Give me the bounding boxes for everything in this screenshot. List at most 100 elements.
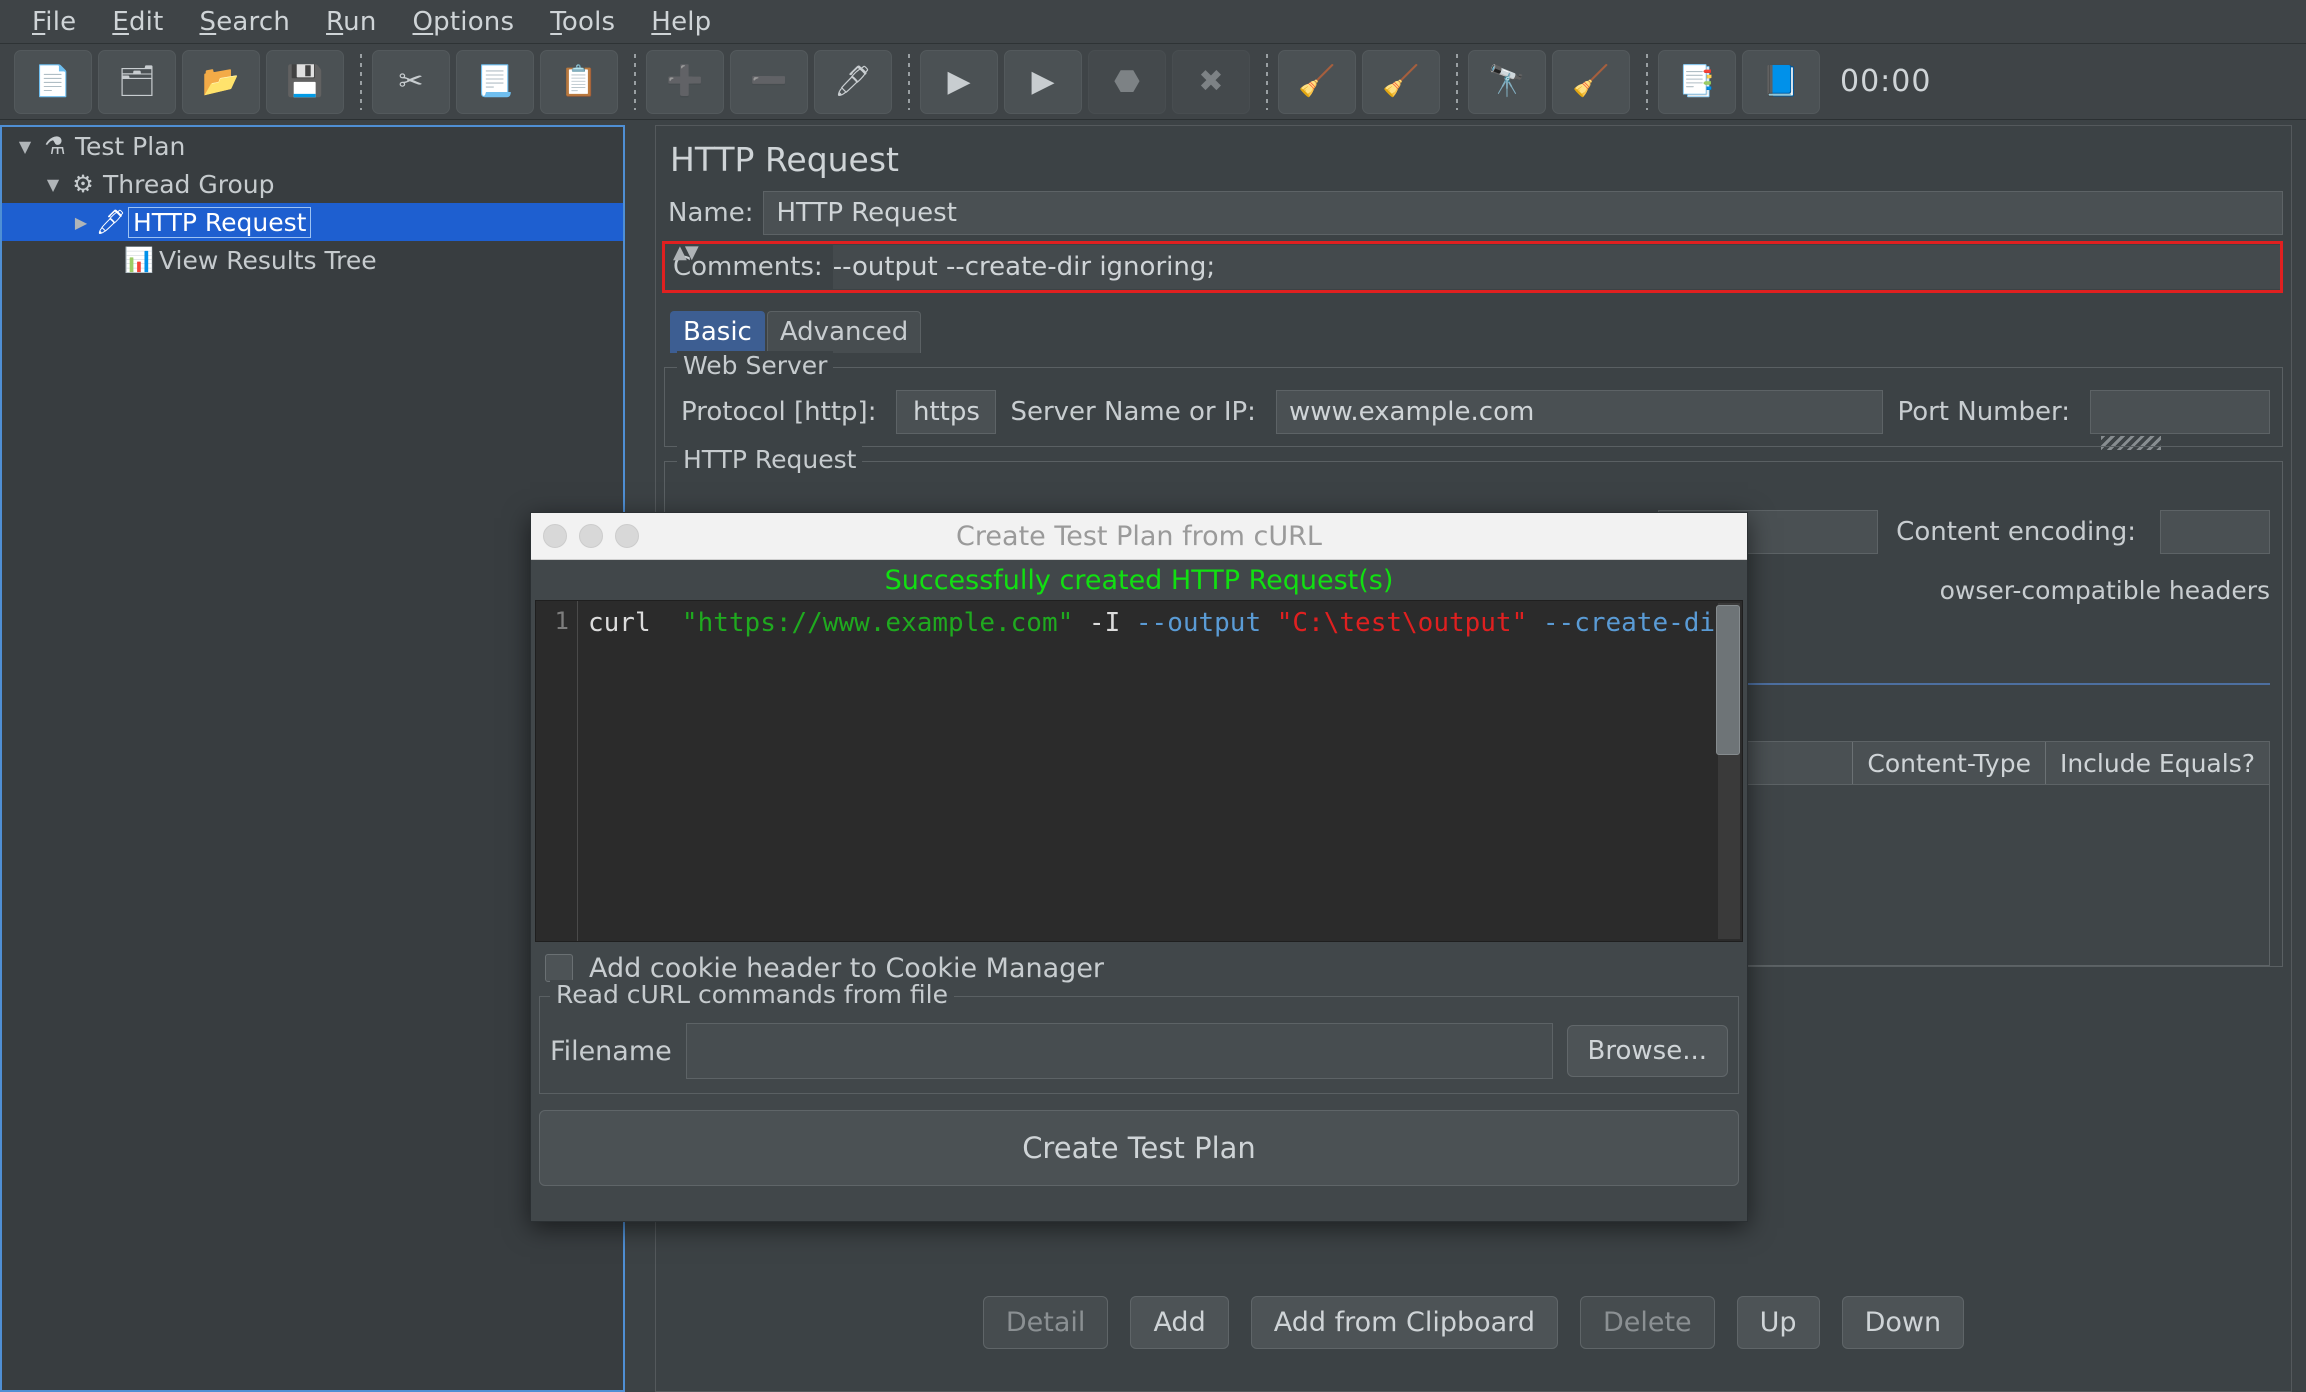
collapse-all-icon: ➖ xyxy=(750,63,788,99)
open-button[interactable]: 📂 xyxy=(182,49,260,114)
toolbar-separator xyxy=(908,53,910,110)
clear-icon: 🧹 xyxy=(1298,63,1336,99)
jmeter-window: File Edit Search Run Options Tools Help 📄 🗂 📂 💾 ✂ 📃… xyxy=(0,0,2306,1392)
cookie-header-checkbox[interactable] xyxy=(545,954,573,982)
page-title: HTTP Request xyxy=(670,140,899,179)
server-name-input[interactable]: www.example.com xyxy=(1275,390,1884,434)
down-button[interactable]: Down xyxy=(1841,1296,1965,1349)
tree-node-thread-group[interactable]: ▼ ⚙ Thread Group xyxy=(2,165,623,203)
read-curl-from-file-label: Read cURL commands from file xyxy=(550,980,955,1009)
comments-input[interactable]: --output --create-dir ignoring; xyxy=(832,245,2280,289)
search-button[interactable]: 🔭 xyxy=(1468,49,1546,114)
reset-search-button[interactable]: 🧹 xyxy=(1552,49,1630,114)
content-encoding-input[interactable] xyxy=(2160,510,2270,554)
name-row: Name: HTTP Request xyxy=(664,189,2283,237)
editor-tabs: Basic Advanced xyxy=(670,311,2291,353)
browse-button[interactable]: Browse... xyxy=(1566,1025,1728,1077)
start-icon: ▶ xyxy=(947,63,971,99)
menu-item-run[interactable]: Run xyxy=(308,5,394,39)
menu-item-edit[interactable]: Edit xyxy=(94,5,181,39)
new-button[interactable]: 📄 xyxy=(14,49,92,114)
add-button[interactable]: Add xyxy=(1130,1296,1229,1349)
elapsed-timer: 00:00 xyxy=(1840,64,1932,99)
tree-node-view-results-tree[interactable]: 📊 View Results Tree xyxy=(2,241,623,279)
code-token: "https://www.example.com" xyxy=(681,608,1074,638)
expand-all-button[interactable]: ➕ xyxy=(646,49,724,114)
paste-button[interactable]: 📋 xyxy=(540,49,618,114)
read-curl-from-file-group: Read cURL commands from file Filename Br… xyxy=(539,980,1739,1094)
templates-button[interactable]: 🗂 xyxy=(98,49,176,114)
spinner-arrows-icon[interactable]: ▲▼ xyxy=(673,242,699,263)
open-icon: 📂 xyxy=(202,63,240,99)
start-no-pause-button[interactable]: ▶ xyxy=(1004,49,1082,114)
curl-command-editor[interactable]: 1 curl "https://www.example.com" -I --ou… xyxy=(535,600,1743,942)
tree-toggle-icon[interactable]: ▼ xyxy=(40,175,66,194)
start-button[interactable]: ▶ xyxy=(920,49,998,114)
reset-search-icon: 🧹 xyxy=(1572,63,1610,99)
editor-scrollbar-thumb[interactable] xyxy=(1716,605,1740,755)
web-server-group: Web Server Protocol [http]: https Server… xyxy=(664,351,2283,447)
port-number-label: Port Number: xyxy=(1897,397,2070,427)
shutdown-button: ✖ xyxy=(1172,49,1250,114)
save-button[interactable]: 💾 xyxy=(266,49,344,114)
protocol-label: Protocol [http]: xyxy=(681,397,877,427)
log-viewer-button[interactable]: 📑 xyxy=(1658,49,1736,114)
name-input[interactable]: HTTP Request xyxy=(763,191,2283,235)
tree-node-test-plan[interactable]: ▼ ⚗ Test Plan xyxy=(2,127,623,165)
tree-node-http-request[interactable]: ▶ 🖊 HTTP Request xyxy=(2,203,623,241)
clear-button[interactable]: 🧹 xyxy=(1278,49,1356,114)
menu-item-file[interactable]: File xyxy=(14,5,94,39)
toggle-button[interactable]: 🖊 xyxy=(814,49,892,114)
name-label: Name: xyxy=(668,198,754,228)
expand-all-icon: ➕ xyxy=(666,63,704,99)
filename-label: Filename xyxy=(550,1035,672,1067)
web-server-group-label: Web Server xyxy=(677,351,834,380)
clear-all-icon: 🧹 xyxy=(1382,63,1420,99)
toolbar-separator xyxy=(1266,53,1268,110)
clear-all-button[interactable]: 🧹 xyxy=(1362,49,1440,114)
delete-button: Delete xyxy=(1579,1296,1715,1349)
code-token: curl xyxy=(588,608,682,638)
menu-item-options[interactable]: Options xyxy=(395,5,533,39)
editor-line-numbers: 1 xyxy=(536,601,578,941)
templates-icon: 🗂 xyxy=(117,63,157,99)
menu-bar: File Edit Search Run Options Tools Help xyxy=(0,0,2306,44)
detail-button: Detail xyxy=(982,1296,1109,1349)
menu-item-search[interactable]: Search xyxy=(181,5,308,39)
help-button[interactable]: 📘 xyxy=(1742,49,1820,114)
parameters-button-bar: Detail Add Add from Clipboard Delete Up Down xyxy=(656,1296,2291,1349)
help-icon: 📘 xyxy=(1762,63,1800,99)
cookie-header-label: Add cookie header to Cookie Manager xyxy=(589,952,1105,984)
log-viewer-icon: 📑 xyxy=(1678,63,1716,99)
toolbar: 📄 🗂 📂 💾 ✂ 📃 📋 ➕ ➖ 🖊 ▶ ▶ ⬣ ✖ 🧹 🧹 🔭 🧹 📑 📘 00:00 xyxy=(0,44,2306,120)
menu-item-help[interactable]: Help xyxy=(633,5,729,39)
curl-command-text[interactable]: curl "https://www.example.com" -I --outp… xyxy=(578,601,1742,941)
filename-input[interactable] xyxy=(685,1023,1553,1079)
table-header-content-type[interactable]: Content-Type xyxy=(1852,742,2045,784)
tree-node-icon: ⚙ xyxy=(72,170,94,198)
content-encoding-label: Content encoding: xyxy=(1896,517,2136,547)
cut-button[interactable]: ✂ xyxy=(372,49,450,114)
protocol-input[interactable]: https xyxy=(896,390,997,434)
cut-icon: ✂ xyxy=(398,63,424,99)
toolbar-separator xyxy=(634,53,636,110)
copy-button[interactable]: 📃 xyxy=(456,49,534,114)
table-header-include-equals-[interactable]: Include Equals? xyxy=(2044,742,2269,784)
stop-button: ⬣ xyxy=(1088,49,1166,114)
port-number-input[interactable] xyxy=(2090,390,2270,434)
create-test-plan-button[interactable]: Create Test Plan xyxy=(539,1110,1739,1186)
tab-basic[interactable]: Basic xyxy=(670,311,765,353)
up-button[interactable]: Up xyxy=(1736,1296,1820,1349)
menu-item-tools[interactable]: Tools xyxy=(532,5,633,39)
dialog-title: Create Test Plan from cURL xyxy=(956,520,1322,552)
tree-toggle-icon[interactable]: ▼ xyxy=(12,137,38,156)
collapse-all-button[interactable]: ➖ xyxy=(730,49,808,114)
tab-advanced[interactable]: Advanced xyxy=(766,311,922,353)
dialog-title-bar[interactable]: Create Test Plan from cURL xyxy=(531,513,1747,560)
comments-row: Comments: --output --create-dir ignoring… xyxy=(662,241,2283,293)
tree-node-label: View Results Tree xyxy=(159,245,377,275)
add-from-clipboard-button[interactable]: Add from Clipboard xyxy=(1250,1296,1558,1349)
tree-toggle-icon[interactable]: ▶ xyxy=(68,213,94,232)
